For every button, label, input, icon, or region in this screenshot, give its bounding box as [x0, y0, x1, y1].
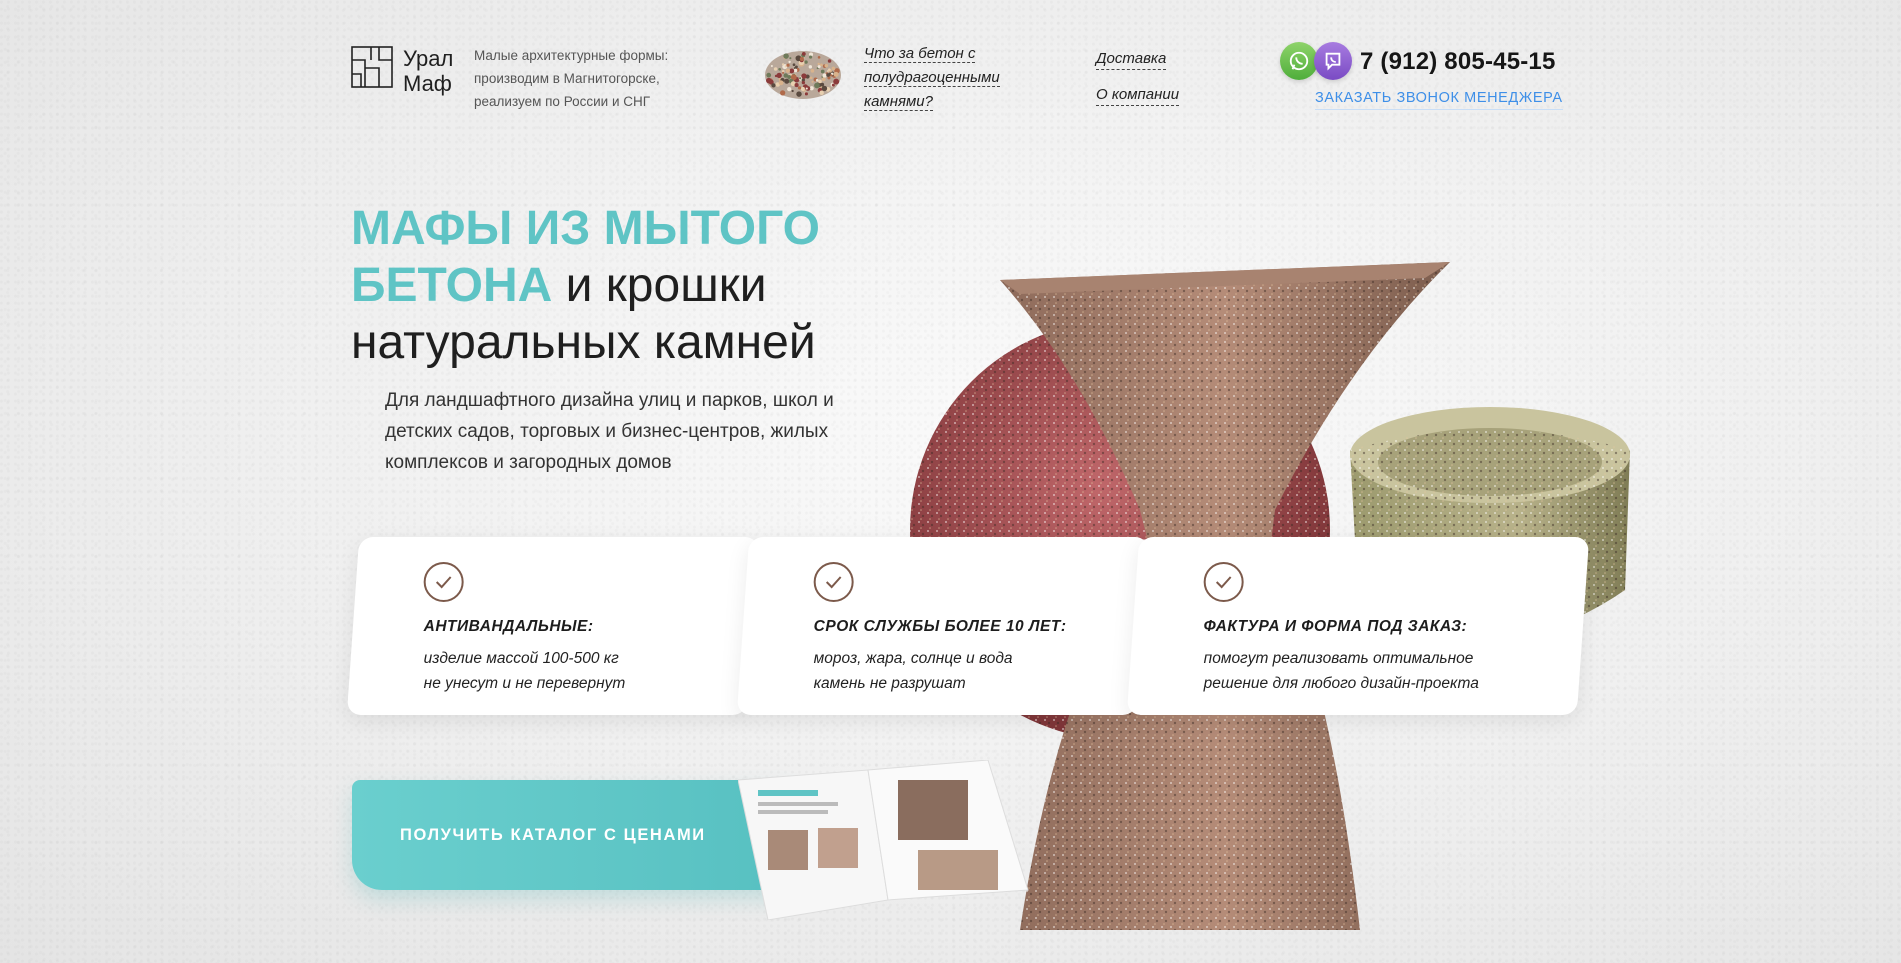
tagline: Малые архитектурные формы: производим в … — [474, 48, 669, 109]
get-catalog-label: ПОЛУЧИТЬ КАТАЛОГ С ЦЕНАМИ — [400, 825, 706, 844]
nav-delivery[interactable]: Доставка — [1096, 49, 1167, 70]
main-nav: Доставка О компании — [1096, 49, 1180, 121]
concrete-info-link[interactable]: Что за бетон с полудрагоценными камнями? — [864, 42, 1034, 114]
feature-cards: АНТИВАНДАЛЬНЫЕ: изделие массой 100-500 к… — [346, 537, 1590, 715]
nav-about[interactable]: О компании — [1096, 85, 1180, 106]
hero-title-plain-1: и крошки — [552, 259, 767, 312]
concrete-info-link-text: Что за бетон с полудрагоценными камнями? — [864, 45, 1000, 111]
stone-chips-image — [765, 51, 841, 99]
viber-icon[interactable] — [1314, 42, 1352, 80]
logo[interactable]: Урал Маф — [351, 46, 453, 96]
feature-line-1: изделие массой 100-500 кг — [423, 650, 619, 667]
catalog-brochure-image — [738, 760, 1029, 920]
feature-card: СРОК СЛУЖБЫ БОЛЕЕ 10 ЛЕТ: мороз, жара, с… — [736, 537, 1150, 715]
feature-line-2: решение для любого дизайн-проекта — [1203, 675, 1479, 692]
phone-number[interactable]: 7 (912) 805-45-15 — [1360, 48, 1556, 76]
feature-card: АНТИВАНДАЛЬНЫЕ: изделие массой 100-500 к… — [346, 537, 760, 715]
check-icon — [423, 562, 464, 602]
callback-link[interactable]: ЗАКАЗАТЬ ЗВОНОК МЕНЕДЖЕРА — [1315, 90, 1563, 110]
messengers — [1280, 42, 1352, 80]
feature-title: АНТИВАНДАЛЬНЫЕ: — [423, 618, 594, 635]
feature-line-2: не унесут и не перевернут — [423, 675, 626, 692]
logo-text: Урал Маф — [403, 46, 453, 96]
feature-line-1: помогут реализовать оптимальное — [1203, 650, 1474, 667]
whatsapp-icon[interactable] — [1280, 42, 1318, 80]
hero-title-accent-1: МАФЫ ИЗ МЫТОГО — [351, 202, 821, 255]
check-icon — [1203, 562, 1244, 602]
hero-title-accent-2: БЕТОНА — [351, 259, 553, 312]
logo-mark-icon — [351, 46, 393, 88]
check-icon — [813, 562, 854, 602]
feature-line-2: камень не разрушат — [813, 675, 966, 692]
feature-card: ФАКТУРА И ФОРМА ПОД ЗАКАЗ: помогут реали… — [1126, 537, 1590, 715]
feature-title: СРОК СЛУЖБЫ БОЛЕЕ 10 ЛЕТ: — [813, 618, 1067, 635]
hero-title-plain-2: натуральных камней — [351, 316, 816, 369]
hero-subtitle: Для ландшафтного дизайна улиц и парков, … — [385, 390, 834, 473]
feature-line-1: мороз, жара, солнце и вода — [813, 650, 1013, 667]
logo-line-2: Маф — [403, 71, 452, 96]
get-catalog-button[interactable]: ПОЛУЧИТЬ КАТАЛОГ С ЦЕНАМИ — [352, 780, 792, 890]
logo-line-1: Урал — [403, 46, 454, 71]
feature-title: ФАКТУРА И ФОРМА ПОД ЗАКАЗ: — [1203, 618, 1468, 635]
hero-title: МАФЫ ИЗ МЫТОГО БЕТОНА и крошки натуральн… — [351, 200, 820, 371]
